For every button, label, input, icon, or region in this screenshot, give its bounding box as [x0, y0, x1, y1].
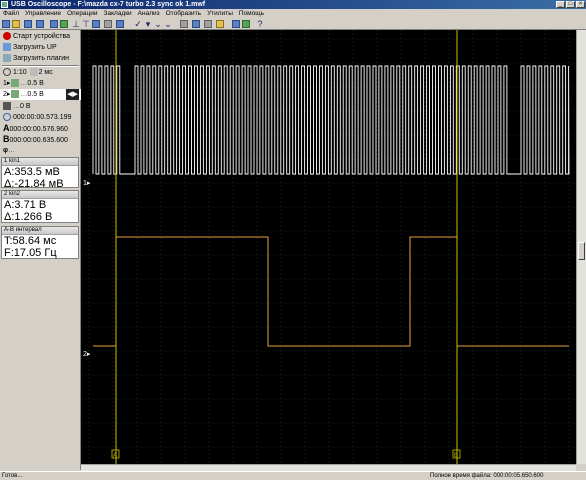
ab-interval-header: A-B интервал	[2, 227, 78, 235]
level-icon[interactable]: ⊤	[82, 20, 90, 29]
plugin-icon[interactable]	[216, 20, 224, 28]
load-up-label: Загрузить UP	[13, 44, 57, 51]
ch2-readout-delta: Δ:1.266 В	[4, 211, 53, 223]
app-icon	[1, 1, 8, 8]
ch1-scale-value: 0.5 В	[27, 80, 44, 87]
upload-icon	[3, 43, 11, 52]
vertical-scrollbar[interactable]	[576, 30, 586, 464]
load-plugin-label: Загрузить плагин	[13, 55, 70, 62]
help-icon[interactable]: ?	[256, 20, 264, 29]
ch2-marker[interactable]: 2▸	[83, 351, 91, 358]
check-icon[interactable]: ✓	[134, 20, 142, 29]
cursor-a-time: 000:00:00.576.960	[9, 126, 68, 133]
ch1-marker[interactable]: 1▸	[83, 180, 91, 187]
menu-operations[interactable]: Операции	[64, 9, 100, 18]
window-title: USB Oscilloscope - F:\mazda cx-7 turbo 2…	[11, 1, 206, 8]
ab-interval-frequency: F:17.05 Гц	[4, 247, 57, 259]
cursor-b-field[interactable]: B000:00:00.635.600	[0, 134, 81, 145]
coupling-icon	[11, 79, 20, 88]
cursor-b-marker: B	[454, 453, 458, 459]
ch1-waveform	[92, 65, 570, 175]
ch2-readout-header: 2 kin2	[2, 191, 78, 199]
load-up-button[interactable]: Загрузить UP	[0, 42, 81, 53]
clock-icon	[3, 113, 11, 122]
ch2-scale-control[interactable]: 2▸ …0.5 В ◀▶	[0, 89, 81, 100]
ch1-readout: 1 kin1 A:353.5 мВ Δ:-21.84 мВ	[1, 157, 79, 190]
zoom-icon	[3, 68, 11, 77]
layout-icon[interactable]	[204, 20, 212, 28]
new-file-icon[interactable]	[2, 20, 10, 28]
trigger-icon[interactable]: ⊥	[72, 20, 80, 29]
ch1-readout-delta: Δ:-21.84 мВ	[4, 178, 64, 190]
clock-icon	[29, 68, 38, 77]
ch1-readout-amplitude: A:353.5 мВ	[4, 166, 60, 178]
cursor-a-field[interactable]: A000:00:00.576.960	[0, 123, 81, 134]
cursor-b-time: 000:00:00.635.600	[9, 137, 68, 144]
vertical-scroll-thumb[interactable]	[578, 242, 585, 260]
power-icon	[3, 32, 11, 41]
cursor-a-marker: A	[113, 453, 117, 459]
ch2-readout: 2 kin2 A:3.71 В Δ:1.266 В	[1, 190, 79, 223]
export-icon[interactable]	[50, 20, 58, 28]
ab-interval-readout: A-B интервал T:58.64 мс F:17.05 Гц	[1, 226, 79, 259]
ch1-readout-header: 1 kin1	[2, 158, 78, 166]
ch2-readout-amplitude: A:3.71 В	[4, 199, 47, 211]
scope-canvas[interactable]: 1▸ 2▸ A B	[81, 30, 576, 464]
minimize-button[interactable]: _	[556, 1, 565, 8]
save-as-icon[interactable]	[36, 20, 44, 28]
split-icon[interactable]	[192, 20, 200, 28]
ch2-toggle-icon[interactable]	[242, 20, 250, 28]
timebase-ratio: 1:10	[13, 69, 27, 76]
plugin-icon	[3, 54, 11, 63]
horizontal-scrollbar[interactable]	[81, 464, 576, 471]
start-device-button[interactable]: Старт устройства	[0, 31, 81, 42]
menu-analysis[interactable]: Анализ	[135, 9, 163, 18]
filter-icon[interactable]: ⌄	[164, 20, 172, 29]
oscilloscope-display[interactable]: 1▸ 2▸ A B	[81, 30, 576, 464]
trigger-level-control[interactable]: …0 В	[0, 101, 81, 112]
timebase-value: 2 мс	[38, 69, 53, 76]
channel-select-icon[interactable]: ◀▶	[66, 89, 79, 100]
zoom-icon[interactable]	[116, 20, 124, 28]
file-duration: Полное время файла: 000:00:05.650.600	[430, 473, 544, 479]
trigger-level-value: 0 В	[20, 103, 31, 110]
menu-bar: Файл Управление Операции Закладки Анализ…	[0, 9, 586, 18]
channel-icon[interactable]	[92, 20, 100, 28]
start-device-label: Старт устройства	[13, 33, 71, 40]
ch2-waveform	[93, 236, 569, 347]
ab-interval-period: T:58.64 мс	[4, 235, 57, 247]
menu-file[interactable]: Файл	[0, 9, 22, 18]
start-icon[interactable]	[60, 20, 68, 28]
menu-utilities[interactable]: Утилиты	[204, 9, 236, 18]
coupling-icon	[11, 90, 20, 99]
control-panel: Старт устройства Загрузить UP Загрузить …	[0, 30, 81, 470]
close-button[interactable]: ×	[576, 1, 585, 8]
cursor-time-field[interactable]: 000:00:00.573.199	[0, 112, 81, 123]
open-folder-icon[interactable]	[12, 20, 20, 28]
menu-view[interactable]: Отобразить	[163, 9, 204, 18]
save-icon[interactable]	[24, 20, 32, 28]
down-arrow-icon[interactable]: ▾	[144, 20, 152, 29]
menu-control[interactable]: Управление	[22, 9, 64, 18]
grid-icon[interactable]	[104, 20, 112, 28]
ch1-scale-control[interactable]: 1▸ …0.5 В	[0, 78, 81, 89]
load-plugin-button[interactable]: Загрузить плагин	[0, 53, 81, 64]
menu-help[interactable]: Помощь	[236, 9, 267, 18]
cursor-time-value: 000:00:00.573.199	[13, 114, 72, 121]
ch2-scale-value: 0.5 В	[27, 91, 44, 98]
ch1-toggle-icon[interactable]	[232, 20, 240, 28]
title-bar: USB Oscilloscope - F:\mazda cx-7 turbo 2…	[0, 0, 586, 9]
maximize-button[interactable]: □	[566, 1, 575, 8]
timebase-control[interactable]: 1:10 2 мс	[0, 67, 81, 78]
status-text: Готов...	[2, 473, 23, 479]
menu-bookmarks[interactable]: Закладки	[101, 9, 135, 18]
window-icon[interactable]	[180, 20, 188, 28]
trigger-icon	[3, 102, 11, 111]
measure-icon[interactable]: ⌄	[154, 20, 162, 29]
toolbar: ⊥ ⊤ ✓ ▾ ⌄ ⌄ ?	[0, 18, 586, 30]
status-bar: Готов... Полное время файла: 000:00:05.6…	[0, 471, 586, 480]
phase-field[interactable]: φ…	[0, 145, 81, 156]
